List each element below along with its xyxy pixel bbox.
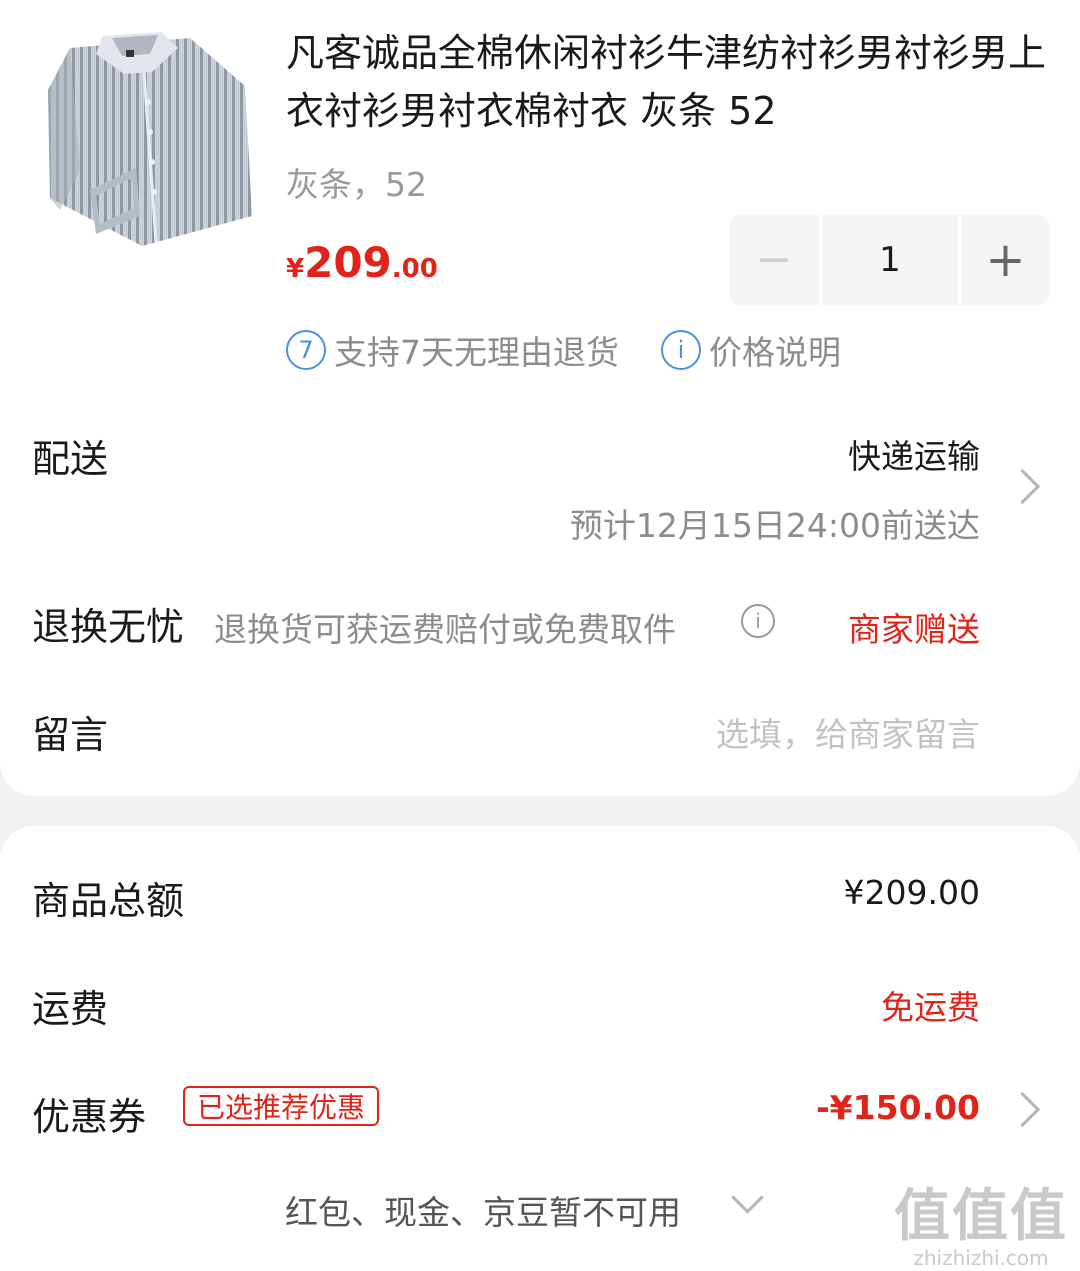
returns-info-icon[interactable]: i <box>741 604 775 638</box>
price-currency: ¥ <box>286 254 305 284</box>
plus-icon: + <box>985 232 1026 288</box>
watermark-logo: 值值值 <box>894 1184 1068 1249</box>
returns-label: 退换无忧 <box>32 605 185 649</box>
watermark: 值值值 zhizhizhi.com <box>894 1184 1068 1270</box>
product-variant: 灰条，52 <box>286 165 427 204</box>
shipping-label: 运费 <box>32 987 109 1031</box>
chevron-right-icon <box>1004 468 1041 505</box>
coupon-discount: -¥150.00 <box>815 1088 980 1127</box>
minus-icon: − <box>755 234 793 285</box>
return-policy-text: 支持7天无理由退货 <box>334 333 619 372</box>
returns-value: 商家赠送 <box>848 610 980 649</box>
returns-description: 退换货可获运费赔付或免费取件 <box>214 610 676 649</box>
quantity-increase-button[interactable]: + <box>961 215 1050 305</box>
message-label: 留言 <box>32 713 109 757</box>
quantity-stepper: − 1 + <box>729 215 1050 305</box>
order-item-card: 凡客诚品全棉休闲衬衫牛津纺衬衫男衬衫男上衣衬衫男衬衣棉衬衣 灰条 52 灰条，5… <box>0 0 1080 796</box>
product-thumbnail[interactable] <box>40 20 262 252</box>
product-title[interactable]: 凡客诚品全棉休闲衬衫牛津纺衬衫男衬衫男上衣衬衫男衬衣棉衬衣 灰条 52 <box>286 24 1056 140</box>
message-input[interactable]: 选填，给商家留言 <box>716 708 980 756</box>
return-7day-icon: 7 <box>286 330 326 370</box>
coupon-label: 优惠券 <box>32 1095 147 1139</box>
unavailable-payments-toggle[interactable]: 红包、现金、京豆暂不可用 <box>285 1186 681 1234</box>
price-explanation-link[interactable]: i 价格说明 <box>661 328 841 372</box>
return-policy-link[interactable]: 7 支持7天无理由退货 <box>286 328 619 372</box>
price-explanation-text: 价格说明 <box>709 333 841 372</box>
product-price: ¥209.00 <box>286 238 438 287</box>
delivery-label: 配送 <box>32 437 109 481</box>
quantity-decrease-button[interactable]: − <box>729 215 819 305</box>
price-decimal: .00 <box>391 254 438 284</box>
coupon-badge: 已选推荐优惠 <box>183 1086 380 1126</box>
subtotal-label: 商品总额 <box>32 879 185 923</box>
info-icon: i <box>661 330 701 370</box>
shipping-value: 免运费 <box>881 988 980 1027</box>
quantity-value[interactable]: 1 <box>822 215 958 305</box>
delivery-eta: 预计12月15日24:00前送达 <box>569 506 980 545</box>
subtotal-value: ¥209.00 <box>843 873 980 912</box>
unavailable-payments-text: 红包、现金、京豆暂不可用 <box>285 1193 681 1232</box>
price-integer: 209 <box>304 238 392 287</box>
delivery-method: 快递运输 <box>848 437 980 476</box>
watermark-site: zhizhizhi.com <box>913 1246 1049 1270</box>
